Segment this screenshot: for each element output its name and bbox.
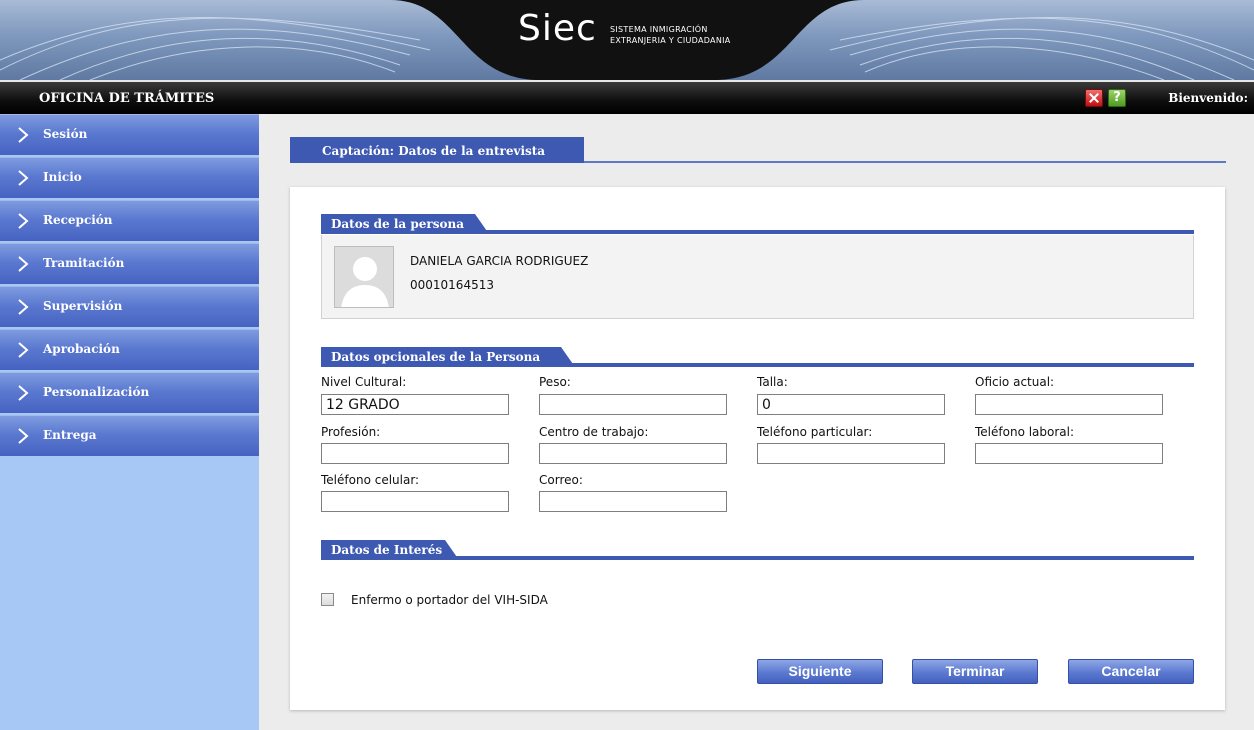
talla-label: Talla: <box>757 375 788 389</box>
chevron-right-icon <box>18 428 29 444</box>
sidebar-item-label: Supervisión <box>43 299 123 313</box>
chevron-right-icon <box>18 127 29 143</box>
section-header-persona: Datos de la persona <box>321 214 1194 234</box>
sidebar-item-label: Recepción <box>43 213 113 227</box>
avatar <box>334 246 394 308</box>
section-header-interes: Datos de Interés <box>321 540 1194 560</box>
chevron-right-icon <box>18 385 29 401</box>
sidebar-item-inicio[interactable]: Inicio <box>0 157 259 198</box>
peso-field[interactable] <box>539 394 727 415</box>
chevron-right-icon <box>18 256 29 272</box>
chevron-right-icon <box>18 213 29 229</box>
person-id: 00010164513 <box>410 278 494 292</box>
sidebar-item-label: Personalización <box>43 385 150 399</box>
telefono-particular-field[interactable] <box>757 443 945 464</box>
header-banner: Siec SISTEMA INMIGRACIÓN EXTRANJERIA Y C… <box>0 0 1254 80</box>
centro-trabajo-field[interactable] <box>539 443 727 464</box>
nivel-cultural-field[interactable] <box>321 394 509 415</box>
profesion-field[interactable] <box>321 443 509 464</box>
sidebar-item-tramitacion[interactable]: Tramitación <box>0 243 259 284</box>
nivel-cultural-label: Nivel Cultural: <box>321 375 407 389</box>
siguiente-button[interactable]: Siguiente <box>757 659 883 684</box>
profesion-label: Profesión: <box>321 425 381 439</box>
telefono-celular-field[interactable] <box>321 491 509 512</box>
sidebar-item-aprobacion[interactable]: Aprobación <box>0 329 259 370</box>
peso-label: Peso: <box>539 375 571 389</box>
sidebar-item-entrega[interactable]: Entrega <box>0 415 259 456</box>
sidebar: Sesión Inicio Recepción Tramitación Supe… <box>0 114 259 730</box>
office-title: OFICINA DE TRÁMITES <box>39 91 215 106</box>
telefono-particular-label: Teléfono particular: <box>757 425 873 439</box>
logo-subtitle-line2: EXTRANJERIA Y CIUDADANIA <box>610 36 731 45</box>
close-icon[interactable] <box>1085 89 1103 107</box>
cancelar-button[interactable]: Cancelar <box>1068 659 1194 684</box>
chevron-right-icon <box>18 170 29 186</box>
telefono-laboral-label: Teléfono laboral: <box>975 425 1075 439</box>
logo-subtitle-line1: SISTEMA INMIGRACIÓN <box>610 25 708 34</box>
help-icon[interactable]: ? <box>1108 89 1126 107</box>
sidebar-item-label: Inicio <box>43 170 82 184</box>
main-panel: Datos de la persona DANIELA GARCIA RODRI… <box>290 187 1225 710</box>
correo-label: Correo: <box>539 473 583 487</box>
telefono-celular-label: Teléfono celular: <box>321 473 420 487</box>
section-header-opcionales: Datos opcionales de la Persona <box>321 347 1194 367</box>
top-bar: OFICINA DE TRÁMITES ? Bienvenido: <box>0 80 1254 114</box>
sidebar-item-sesion[interactable]: Sesión <box>0 114 259 155</box>
sidebar-item-label: Tramitación <box>43 256 125 270</box>
sidebar-item-supervision[interactable]: Supervisión <box>0 286 259 327</box>
tab-bar: Captación: Datos de la entrevista <box>290 137 1226 163</box>
oficio-actual-label: Oficio actual: <box>975 375 1055 389</box>
talla-field[interactable] <box>757 394 945 415</box>
sidebar-item-label: Aprobación <box>43 342 120 356</box>
person-silhouette-icon <box>341 257 389 307</box>
person-card: DANIELA GARCIA RODRIGUEZ 00010164513 <box>321 235 1194 319</box>
siec-logo: Siec <box>518 8 597 49</box>
logo-subtitle: SISTEMA INMIGRACIÓN EXTRANJERIA Y CIUDAD… <box>610 24 731 46</box>
terminar-button[interactable]: Terminar <box>912 659 1038 684</box>
vih-sida-checkbox[interactable] <box>321 593 334 606</box>
sidebar-item-label: Entrega <box>43 428 97 442</box>
chevron-right-icon <box>18 299 29 315</box>
vih-sida-label: Enfermo o portador del VIH-SIDA <box>351 593 548 607</box>
sidebar-item-label: Sesión <box>43 127 88 141</box>
welcome-text: Bienvenido: <box>1168 91 1248 105</box>
person-name: DANIELA GARCIA RODRIGUEZ <box>410 254 589 268</box>
section-title: Datos opcionales de la Persona <box>321 347 575 367</box>
section-title: Datos de la persona <box>321 214 489 234</box>
sidebar-item-personalizacion[interactable]: Personalización <box>0 372 259 413</box>
chevron-right-icon <box>18 342 29 358</box>
section-title: Datos de Interés <box>321 540 459 560</box>
tab-captacion[interactable]: Captación: Datos de la entrevista <box>290 137 584 163</box>
correo-field[interactable] <box>539 491 727 512</box>
centro-trabajo-label: Centro de trabajo: <box>539 425 649 439</box>
telefono-laboral-field[interactable] <box>975 443 1163 464</box>
sidebar-item-recepcion[interactable]: Recepción <box>0 200 259 241</box>
oficio-actual-field[interactable] <box>975 394 1163 415</box>
